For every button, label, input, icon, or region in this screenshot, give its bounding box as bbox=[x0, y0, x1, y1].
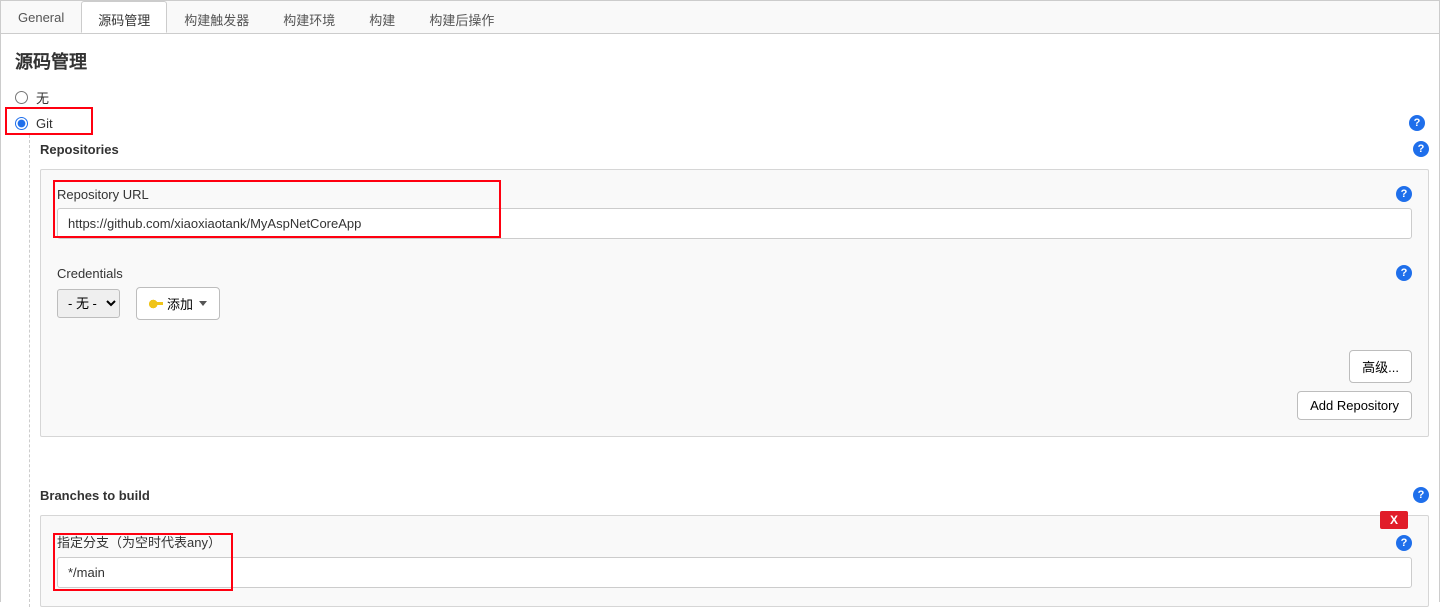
scm-radio-none[interactable] bbox=[15, 91, 28, 104]
scm-option-none-row: 无 bbox=[11, 84, 1429, 111]
help-icon[interactable]: ? bbox=[1413, 141, 1429, 157]
help-icon[interactable]: ? bbox=[1396, 186, 1412, 202]
credentials-block: Credentials ? - 无 - 添加 bbox=[57, 265, 1412, 320]
scm-option-none-label: 无 bbox=[36, 88, 49, 107]
advanced-button[interactable]: 高级... bbox=[1349, 350, 1412, 383]
tab-build-env[interactable]: 构建环境 bbox=[266, 1, 352, 33]
add-credentials-label: 添加 bbox=[167, 294, 193, 313]
branches-label: Branches to build bbox=[40, 488, 150, 503]
tab-scm[interactable]: 源码管理 bbox=[81, 1, 167, 33]
config-panel: General 源码管理 构建触发器 构建环境 构建 构建后操作 源码管理 无 … bbox=[0, 0, 1440, 602]
branch-specifier-label-row: 指定分支（为空时代表any） ? bbox=[57, 532, 1412, 551]
branch-specifier-input[interactable] bbox=[57, 557, 1412, 588]
tab-post-build[interactable]: 构建后操作 bbox=[412, 1, 511, 33]
repository-block: Repository URL ? Credentials ? - 无 - bbox=[40, 169, 1429, 437]
help-icon[interactable]: ? bbox=[1396, 265, 1412, 281]
credentials-controls: - 无 - 添加 bbox=[57, 287, 1412, 320]
config-tabs: General 源码管理 构建触发器 构建环境 构建 构建后操作 bbox=[1, 1, 1439, 34]
tab-build[interactable]: 构建 bbox=[352, 1, 412, 33]
branch-specifier-label: 指定分支（为空时代表any） bbox=[57, 532, 221, 551]
scm-content: 源码管理 无 Git ? Repositories ? Repository U… bbox=[1, 34, 1439, 607]
repo-url-label: Repository URL bbox=[57, 187, 149, 202]
credentials-label: Credentials bbox=[57, 266, 123, 281]
branches-section: Branches to build ? X 指定分支（为空时代表any） ? bbox=[40, 481, 1429, 607]
key-icon bbox=[149, 297, 163, 311]
scm-option-git-label: Git bbox=[36, 116, 53, 131]
delete-branch-button[interactable]: X bbox=[1380, 511, 1408, 529]
scm-radio-git[interactable] bbox=[15, 117, 28, 130]
help-icon[interactable]: ? bbox=[1396, 535, 1412, 551]
help-icon[interactable]: ? bbox=[1409, 115, 1425, 131]
help-icon[interactable]: ? bbox=[1413, 487, 1429, 503]
repo-url-input[interactable] bbox=[57, 208, 1412, 239]
git-options: Repositories ? Repository URL ? Credenti… bbox=[29, 135, 1429, 607]
credentials-select[interactable]: - 无 - bbox=[57, 289, 120, 318]
repositories-label: Repositories bbox=[40, 142, 119, 157]
branch-block: X 指定分支（为空时代表any） ? bbox=[40, 515, 1429, 607]
chevron-down-icon bbox=[199, 301, 207, 306]
add-credentials-button[interactable]: 添加 bbox=[136, 287, 220, 320]
credentials-label-row: Credentials ? bbox=[57, 265, 1412, 281]
scm-option-git-row: Git ? bbox=[11, 111, 1429, 135]
branch-input-wrap bbox=[57, 557, 1412, 588]
tab-build-triggers[interactable]: 构建触发器 bbox=[167, 1, 266, 33]
tab-general[interactable]: General bbox=[1, 1, 81, 33]
repo-url-input-wrap bbox=[57, 208, 1412, 239]
section-title: 源码管理 bbox=[11, 44, 1429, 84]
add-repository-button[interactable]: Add Repository bbox=[1297, 391, 1412, 420]
repo-url-label-row: Repository URL ? bbox=[57, 186, 1412, 202]
branches-header: Branches to build ? bbox=[40, 481, 1429, 507]
repositories-header: Repositories ? bbox=[40, 135, 1429, 161]
repo-buttons-row: 高级... Add Repository bbox=[57, 350, 1412, 420]
